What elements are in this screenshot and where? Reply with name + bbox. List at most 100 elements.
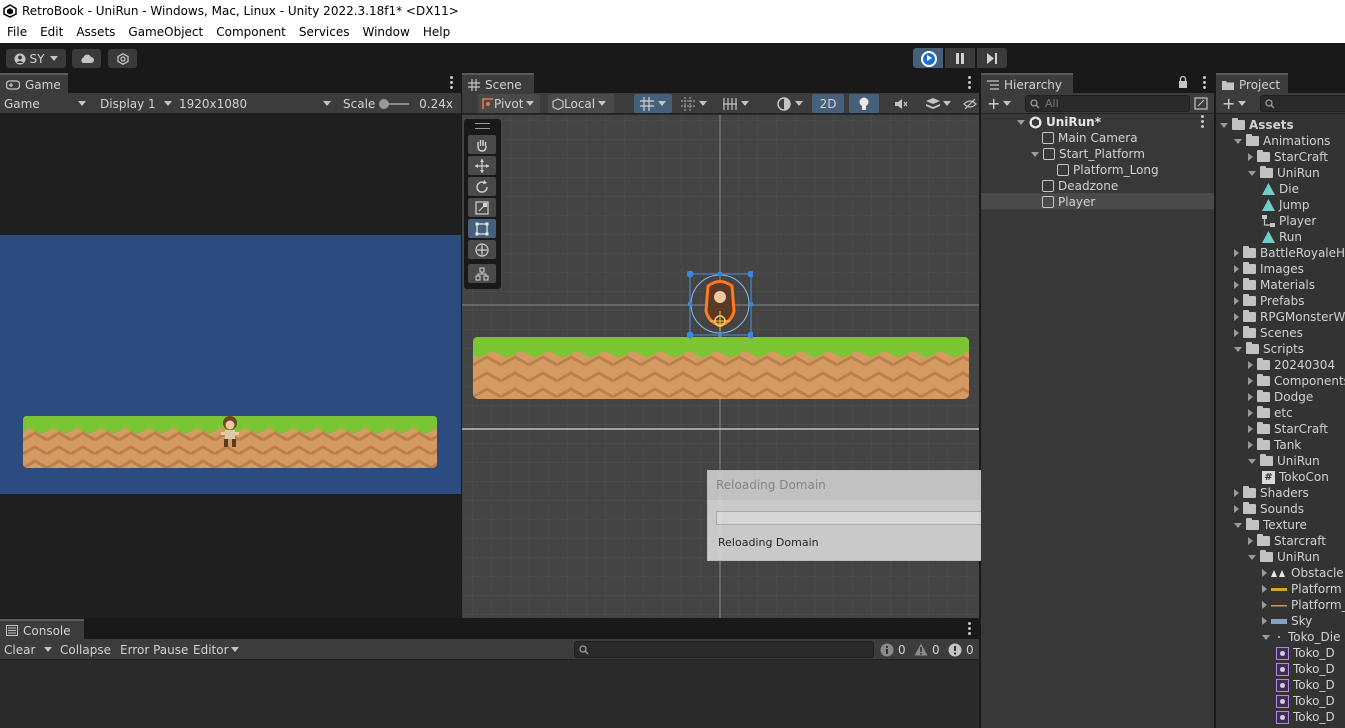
project-item[interactable]: Dodge bbox=[1248, 389, 1313, 405]
expand-arrow-icon[interactable] bbox=[1262, 617, 1267, 625]
tab-scene[interactable]: Scene bbox=[462, 73, 534, 93]
project-item[interactable]: Animations bbox=[1234, 133, 1330, 149]
menu-services[interactable]: Services bbox=[292, 22, 356, 43]
transform-tool-button[interactable] bbox=[468, 240, 496, 259]
hierarchy-item-start-platform[interactable]: Start_Platform bbox=[1031, 146, 1145, 162]
expand-arrow-icon[interactable] bbox=[1248, 458, 1256, 464]
clear-button[interactable]: Clear bbox=[4, 640, 54, 659]
expand-arrow-icon[interactable] bbox=[1248, 377, 1253, 385]
expand-arrow-icon[interactable] bbox=[1248, 170, 1256, 176]
console-search-input[interactable] bbox=[574, 641, 874, 658]
expand-arrow-icon[interactable] bbox=[1234, 265, 1239, 273]
hierarchy-item-player[interactable]: Player bbox=[1042, 194, 1095, 210]
expand-arrow-icon[interactable] bbox=[1234, 329, 1239, 337]
hierarchy-search-input[interactable]: All bbox=[1025, 95, 1190, 112]
expand-arrow-icon[interactable] bbox=[1234, 249, 1239, 257]
play-button[interactable] bbox=[913, 48, 943, 68]
expand-arrow-icon[interactable] bbox=[1031, 151, 1039, 157]
project-item[interactable]: StarCraft bbox=[1248, 149, 1328, 165]
collab-button[interactable] bbox=[108, 49, 137, 68]
project-item[interactable]: Shaders bbox=[1234, 485, 1309, 501]
grid-snap-button[interactable] bbox=[634, 94, 672, 113]
resolution-dropdown[interactable]: 1920x1080 bbox=[179, 94, 333, 113]
expand-arrow-icon[interactable] bbox=[1017, 119, 1025, 125]
mode-2d-button[interactable]: 2D bbox=[812, 94, 844, 113]
rect-tool-button[interactable] bbox=[468, 219, 496, 238]
expand-arrow-icon[interactable] bbox=[1248, 153, 1253, 161]
lock-icon[interactable] bbox=[1178, 76, 1188, 88]
expand-arrow-icon[interactable] bbox=[1248, 554, 1256, 560]
palette-grip-icon[interactable] bbox=[475, 123, 490, 129]
project-item[interactable]: Toko_Die bbox=[1262, 629, 1340, 645]
project-item[interactable]: Images bbox=[1234, 261, 1304, 277]
menu-assets[interactable]: Assets bbox=[69, 22, 121, 43]
project-item[interactable]: Tank bbox=[1248, 437, 1301, 453]
move-tool-button[interactable] bbox=[468, 156, 496, 175]
expand-arrow-icon[interactable] bbox=[1262, 569, 1267, 577]
tab-console[interactable]: Console bbox=[0, 619, 84, 639]
cloud-button[interactable] bbox=[72, 49, 101, 68]
effects-button[interactable] bbox=[920, 94, 956, 113]
project-item[interactable]: Scripts bbox=[1234, 341, 1304, 357]
project-item[interactable]: Toko_D bbox=[1276, 677, 1335, 693]
console-menu-icon[interactable] bbox=[968, 622, 971, 635]
project-item[interactable]: Sounds bbox=[1234, 501, 1304, 517]
project-item[interactable]: Sky bbox=[1262, 613, 1312, 629]
game-viewport[interactable] bbox=[0, 114, 461, 618]
project-item[interactable]: # TokoCon bbox=[1262, 469, 1329, 485]
scene-visibility-icon[interactable] bbox=[1194, 97, 1208, 110]
account-dropdown[interactable]: SY bbox=[6, 49, 66, 68]
tab-game[interactable]: Game bbox=[0, 73, 68, 93]
project-item[interactable]: RPGMonsterW bbox=[1234, 309, 1345, 325]
error-pause-button[interactable]: Error Pause bbox=[120, 640, 188, 659]
expand-arrow-icon[interactable] bbox=[1248, 361, 1253, 369]
warning-filter-button[interactable]: 0 bbox=[914, 640, 944, 659]
scale-tool-button[interactable] bbox=[468, 198, 496, 217]
editor-dropdown[interactable]: Editor bbox=[193, 640, 239, 659]
grid-visibility-button[interactable] bbox=[676, 94, 712, 113]
project-item[interactable]: Toko_D bbox=[1276, 661, 1335, 677]
scene-menu-icon[interactable] bbox=[968, 76, 971, 89]
project-item[interactable]: Texture bbox=[1234, 517, 1307, 533]
menu-help[interactable]: Help bbox=[416, 22, 456, 43]
project-item[interactable]: Components bbox=[1248, 373, 1345, 389]
hierarchy-add-button[interactable]: + bbox=[987, 94, 1015, 113]
menu-file[interactable]: File bbox=[0, 22, 33, 43]
hierarchy-item-main-camera[interactable]: Main Camera bbox=[1042, 130, 1138, 146]
project-item[interactable]: Toko_D bbox=[1276, 693, 1335, 709]
menu-window[interactable]: Window bbox=[356, 22, 416, 43]
hierarchy-menu-icon[interactable] bbox=[1203, 76, 1206, 89]
expand-arrow-icon[interactable] bbox=[1262, 634, 1270, 640]
project-item[interactable]: 20240304 bbox=[1248, 357, 1335, 373]
project-item[interactable]: Platform_ bbox=[1262, 597, 1345, 613]
error-filter-button[interactable]: 0 bbox=[948, 640, 978, 659]
expand-arrow-icon[interactable] bbox=[1234, 313, 1239, 321]
project-item[interactable]: UniRun bbox=[1248, 549, 1320, 565]
game-menu-icon[interactable] bbox=[450, 76, 453, 89]
hierarchy-item-platform-long[interactable]: Platform_Long bbox=[1057, 162, 1159, 178]
expand-arrow-icon[interactable] bbox=[1248, 409, 1253, 417]
increment-snap-button[interactable] bbox=[718, 94, 754, 113]
project-item[interactable]: Jump bbox=[1262, 197, 1309, 213]
rotate-tool-button[interactable] bbox=[468, 177, 496, 196]
project-item[interactable]: Materials bbox=[1234, 277, 1315, 293]
display-dropdown[interactable]: Display 1 bbox=[100, 94, 174, 113]
project-item[interactable]: Platform bbox=[1262, 581, 1342, 597]
expand-arrow-icon[interactable] bbox=[1248, 393, 1253, 401]
expand-arrow-icon[interactable] bbox=[1262, 585, 1267, 593]
collapse-button[interactable]: Collapse bbox=[60, 640, 112, 659]
project-item[interactable]: StarCraft bbox=[1248, 421, 1328, 437]
step-button[interactable] bbox=[977, 48, 1007, 68]
expand-arrow-icon[interactable] bbox=[1248, 537, 1253, 545]
project-item[interactable]: UniRun bbox=[1248, 453, 1320, 469]
expand-arrow-icon[interactable] bbox=[1234, 297, 1239, 305]
game-view-dropdown[interactable]: Game bbox=[4, 94, 88, 113]
project-add-button[interactable]: + bbox=[1222, 94, 1250, 113]
scale-slider[interactable] bbox=[379, 98, 410, 109]
project-item[interactable]: Toko_D bbox=[1276, 709, 1335, 725]
hand-tool-button[interactable] bbox=[468, 135, 496, 154]
hierarchy-item-deadzone[interactable]: Deadzone bbox=[1042, 178, 1118, 194]
log-filter-button[interactable]: 0 bbox=[880, 640, 910, 659]
expand-arrow-icon[interactable] bbox=[1234, 138, 1242, 144]
lighting-button[interactable] bbox=[849, 94, 879, 113]
